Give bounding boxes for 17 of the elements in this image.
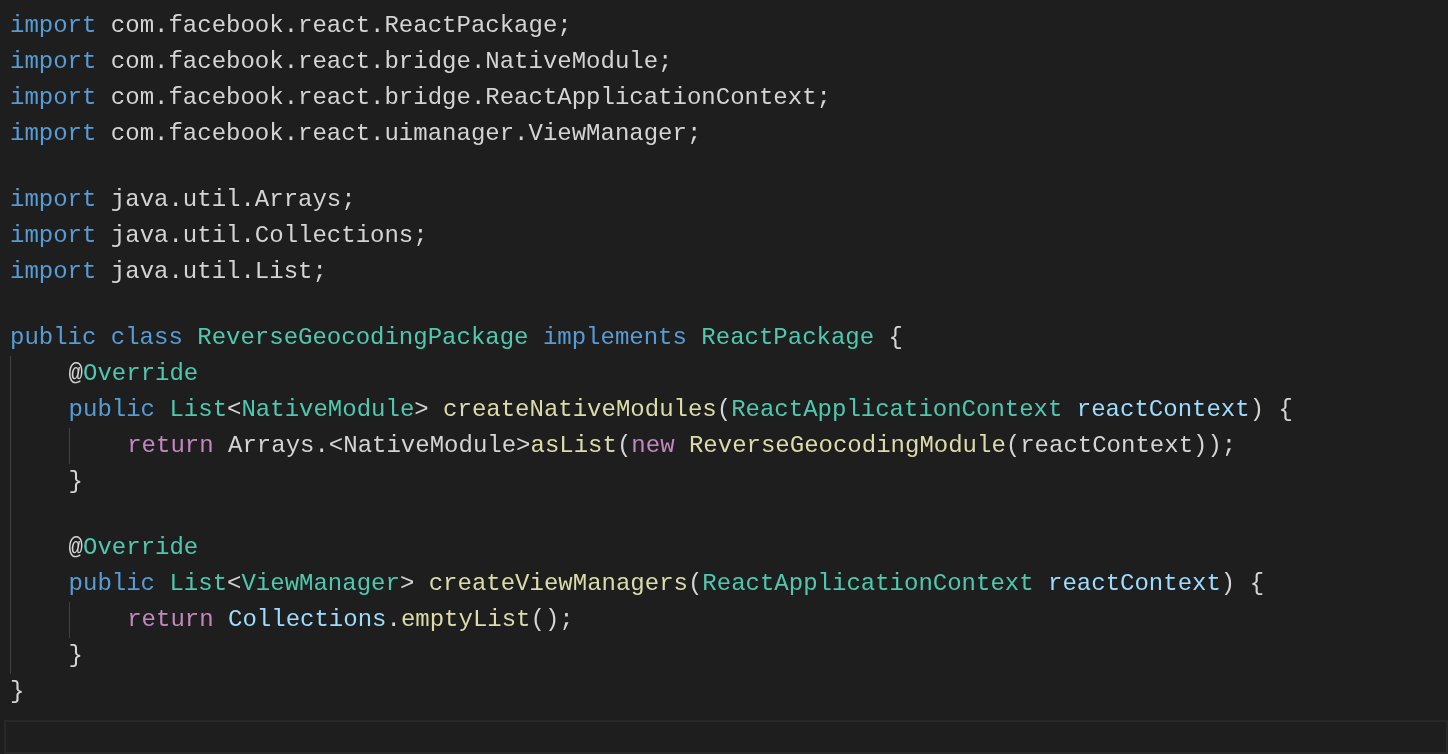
- code-line: return Collections.emptyList();: [0, 602, 1448, 638]
- code-line: import com.facebook.react.uimanager.ViewManager;: [9, 119, 703, 149]
- code-line: import com.facebook.react.bridge.NativeModule;: [9, 47, 674, 77]
- code-line: }: [0, 464, 1448, 500]
- code-line: public List<ViewManager> createViewManagers(ReactApplicationContext reactContext) {: [0, 566, 1448, 602]
- code-line: }: [0, 638, 1448, 674]
- code-line: import java.util.Collections;: [9, 221, 429, 251]
- code-line: public class ReverseGeocodingPackage implements ReactPackage {: [9, 323, 904, 353]
- code-line: }: [9, 677, 26, 707]
- code-line: public List<NativeModule> createNativeModules(ReactApplicationContext reactContext) {: [0, 392, 1448, 428]
- code-line: @Override: [0, 530, 1448, 566]
- code-line: return Arrays.<NativeModule>asList(new ReverseGeocodingModule(reactContext));: [0, 428, 1448, 464]
- code-line: @Override: [0, 356, 1448, 392]
- code-line: import java.util.Arrays;: [9, 185, 357, 215]
- code-line: import com.facebook.react.ReactPackage;: [9, 11, 573, 41]
- code-line: import java.util.List;: [9, 257, 328, 287]
- code-line: import com.facebook.react.bridge.ReactApplicationContext;: [9, 83, 832, 113]
